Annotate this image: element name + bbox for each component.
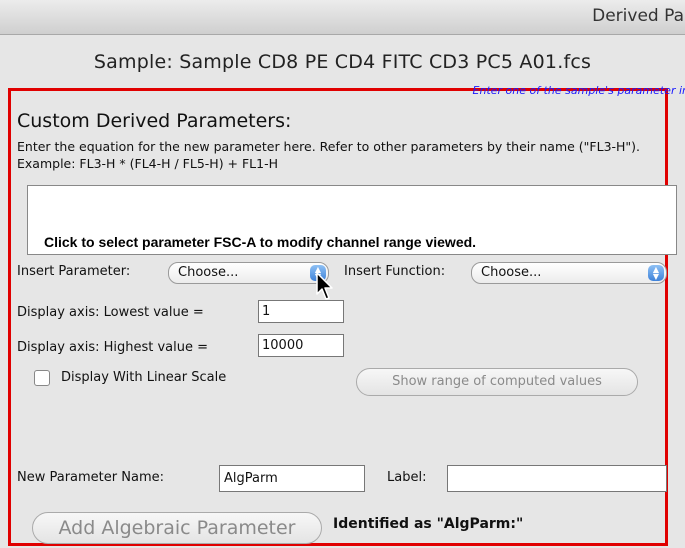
lowest-value-input[interactable]: 1 (258, 300, 344, 323)
window-title: Derived Par (592, 6, 685, 26)
derived-parameters-window: Derived Par Sample: Sample CD8 PE CD4 FI… (0, 0, 685, 548)
insert-function-label: Insert Function: (344, 264, 446, 279)
label-field-label: Label: (387, 470, 427, 485)
show-range-button[interactable]: Show range of computed values (356, 368, 638, 396)
add-algebraic-parameter-button[interactable]: Add Algebraic Parameter (32, 512, 322, 544)
chevron-updown-icon: ▲▼ (648, 265, 664, 281)
mouse-pointer-icon (316, 272, 333, 300)
tooltip: Click to select parameter FSC-A to modif… (44, 234, 477, 250)
parameter-hint: Enter one of the sample's parameter in (472, 84, 685, 97)
insert-parameter-value: Choose... (178, 265, 239, 280)
equation-instructions: Enter the equation for the new parameter… (17, 139, 641, 171)
new-parameter-name-input[interactable]: AlgParm (219, 465, 365, 492)
insert-parameter-label: Insert Parameter: (17, 264, 131, 279)
linear-scale-label: Display With Linear Scale (61, 370, 227, 385)
title-bar[interactable]: Derived Par (0, 0, 685, 35)
identified-status: Identified as "AlgParm:" (333, 516, 524, 532)
insert-parameter-select[interactable]: Choose... ▲▼ (168, 262, 329, 284)
new-parameter-name-label: New Parameter Name: (17, 470, 164, 485)
highest-value-input[interactable]: 10000 (258, 334, 344, 357)
insert-function-select[interactable]: Choose... ▲ ▼ (471, 262, 667, 284)
label-input[interactable] (447, 465, 667, 492)
insert-function-value: Choose... (481, 265, 542, 280)
linear-scale-checkbox[interactable] (34, 370, 50, 386)
section-title: Custom Derived Parameters: (17, 110, 292, 132)
sample-name: Sample: Sample CD8 PE CD4 FITC CD3 PC5 A… (93, 51, 592, 73)
highest-value-label: Display axis: Highest value = (17, 340, 209, 355)
lowest-value-label: Display axis: Lowest value = (17, 305, 204, 320)
